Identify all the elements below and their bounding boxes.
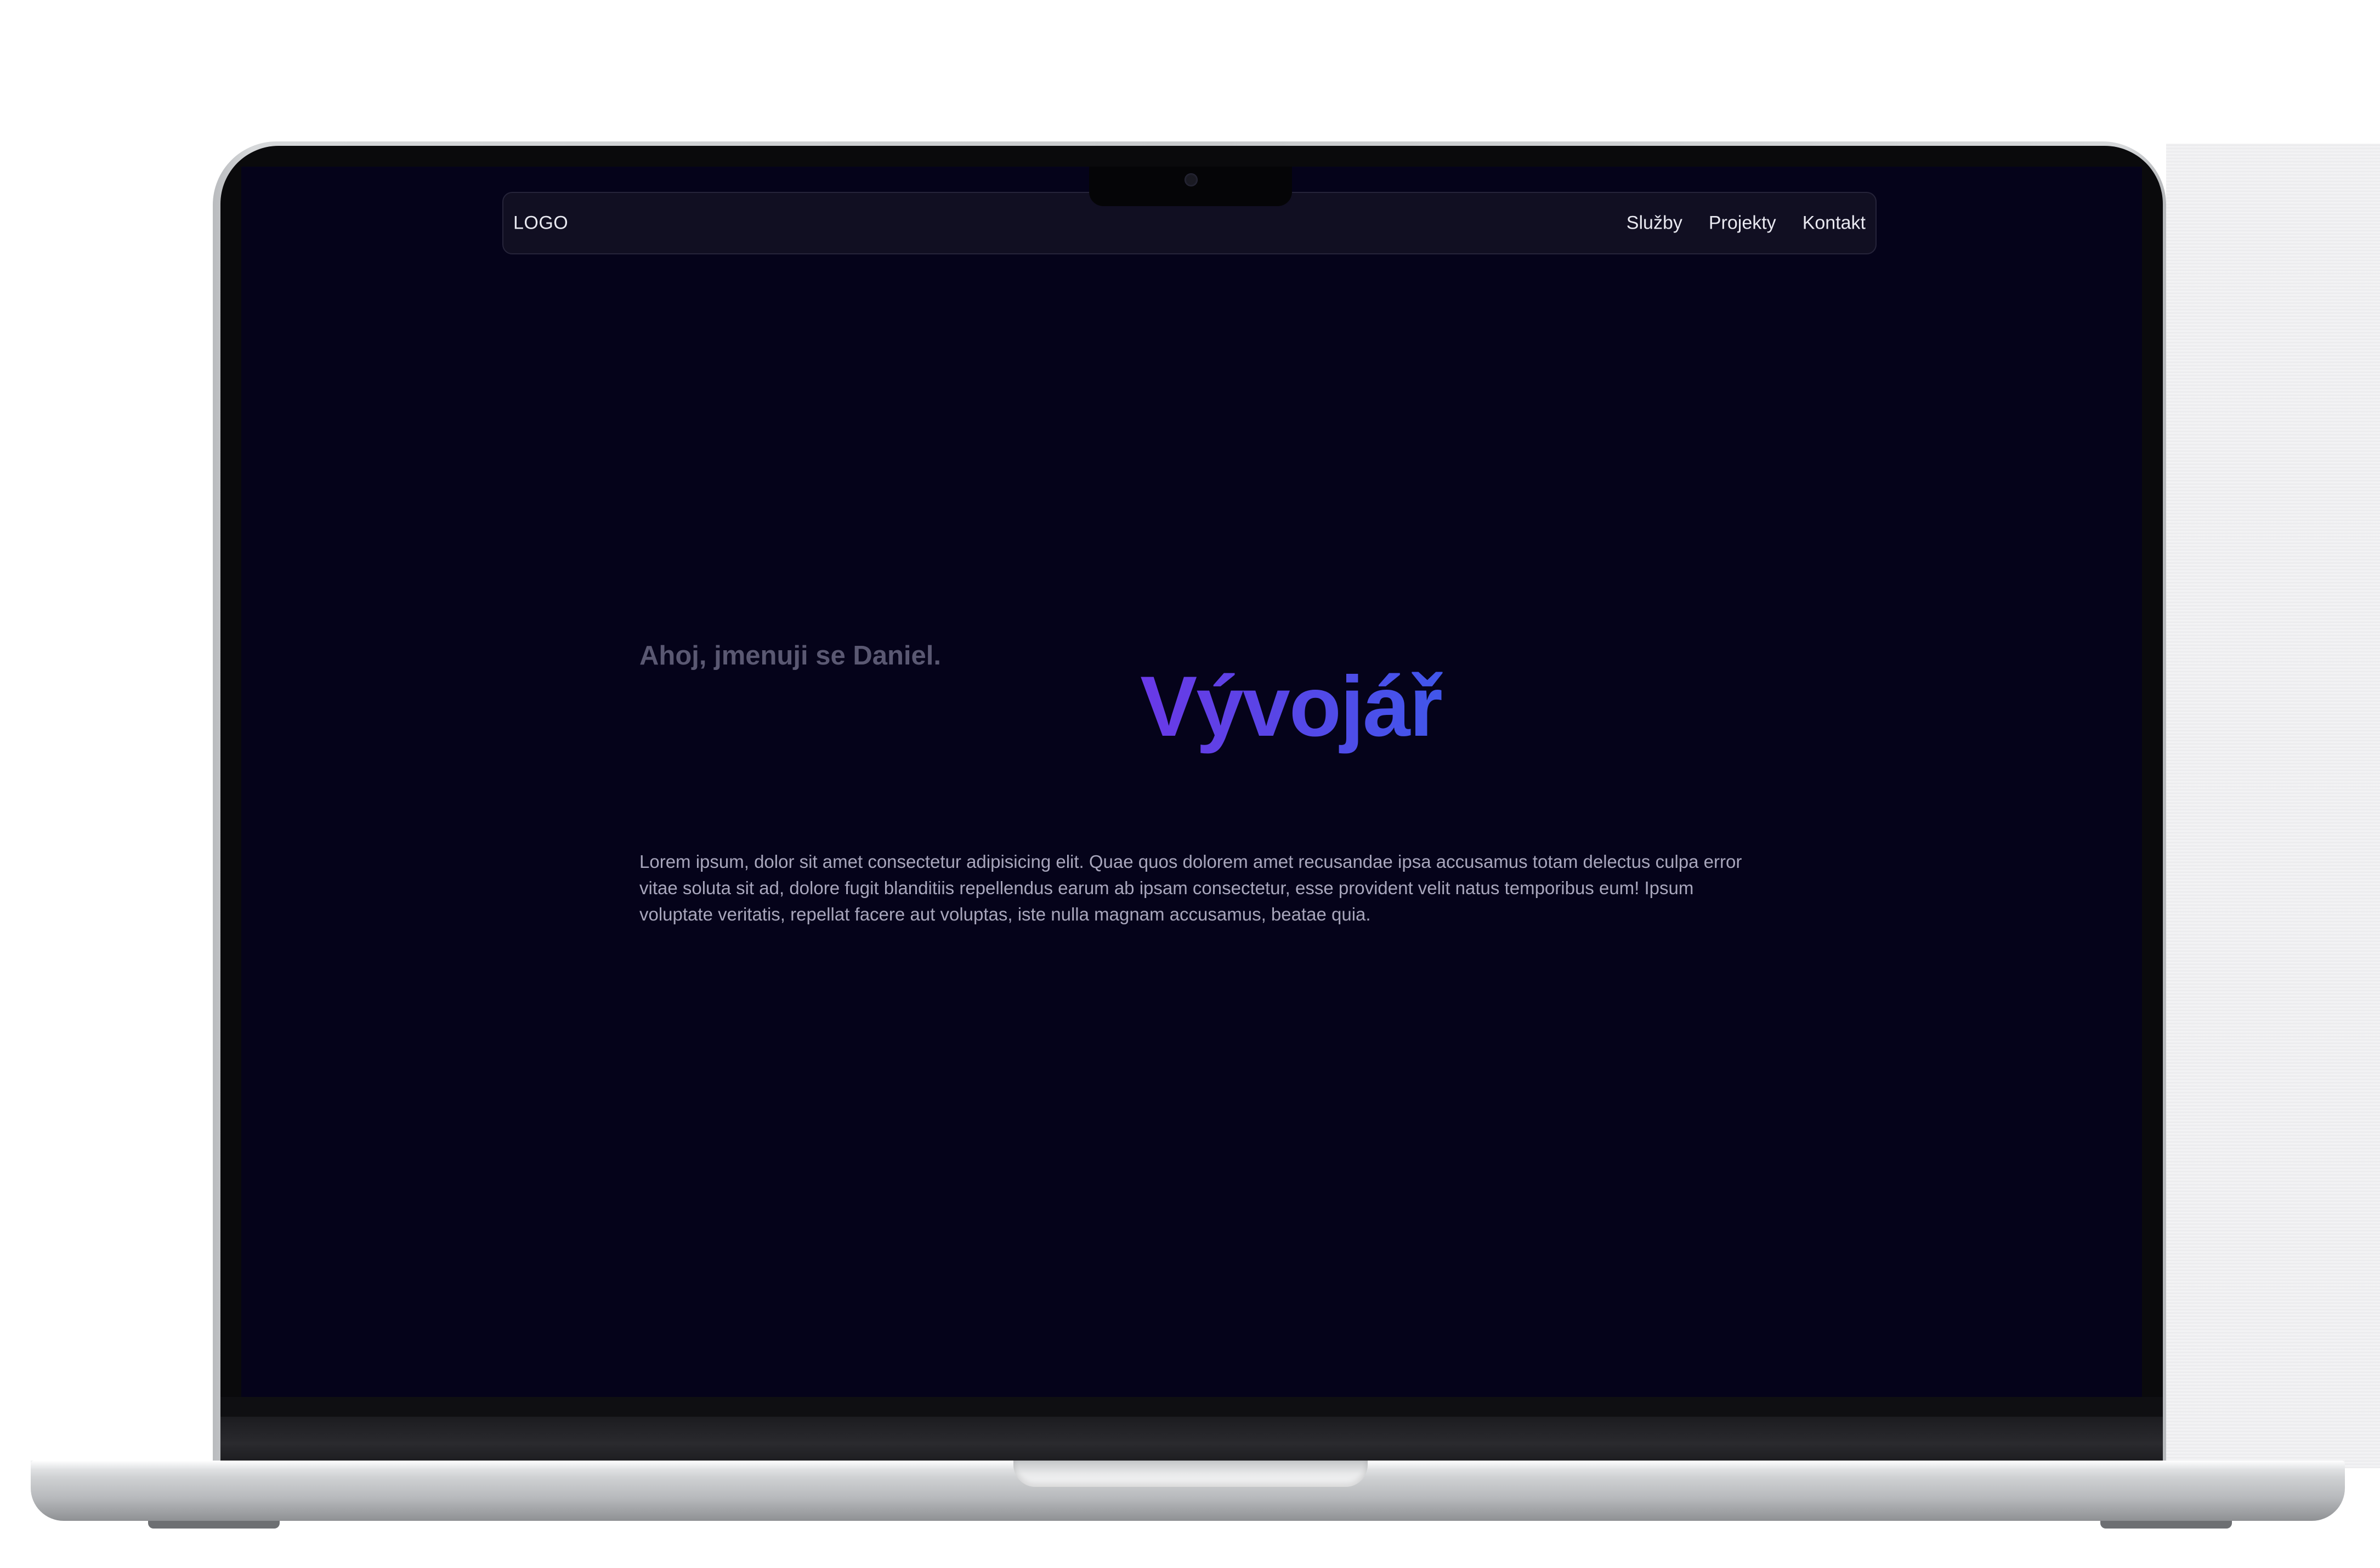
hero-title: Vývojář <box>1017 660 1565 754</box>
site-logo[interactable]: LOGO <box>513 213 568 234</box>
nav-link-sluzby[interactable]: Služby <box>1627 213 1682 234</box>
laptop-hinge <box>220 1417 2163 1466</box>
camera-notch <box>1089 167 1292 206</box>
nav-links: Služby Projekty Kontakt <box>1627 213 1866 234</box>
hero-greeting: Ahoj, jmenuji se Daniel. <box>639 641 942 671</box>
laptop-foot-left <box>148 1521 280 1529</box>
lid-opening-notch <box>1013 1461 1368 1487</box>
screen-bottom-bezel <box>220 1397 2163 1417</box>
nav-link-projekty[interactable]: Projekty <box>1709 213 1776 234</box>
lid-edge-reflection <box>2166 144 2380 1468</box>
laptop-mockup: LOGO Služby Projekty Kontakt Ahoj, jmenu… <box>0 0 2380 1568</box>
camera-icon <box>1185 173 1198 186</box>
hero-description: Lorem ipsum, dolor sit amet consectetur … <box>639 851 1742 924</box>
nav-link-kontakt[interactable]: Kontakt <box>1803 213 1866 234</box>
laptop-screen: LOGO Služby Projekty Kontakt Ahoj, jmenu… <box>241 167 2142 1397</box>
laptop-foot-right <box>2100 1521 2232 1529</box>
